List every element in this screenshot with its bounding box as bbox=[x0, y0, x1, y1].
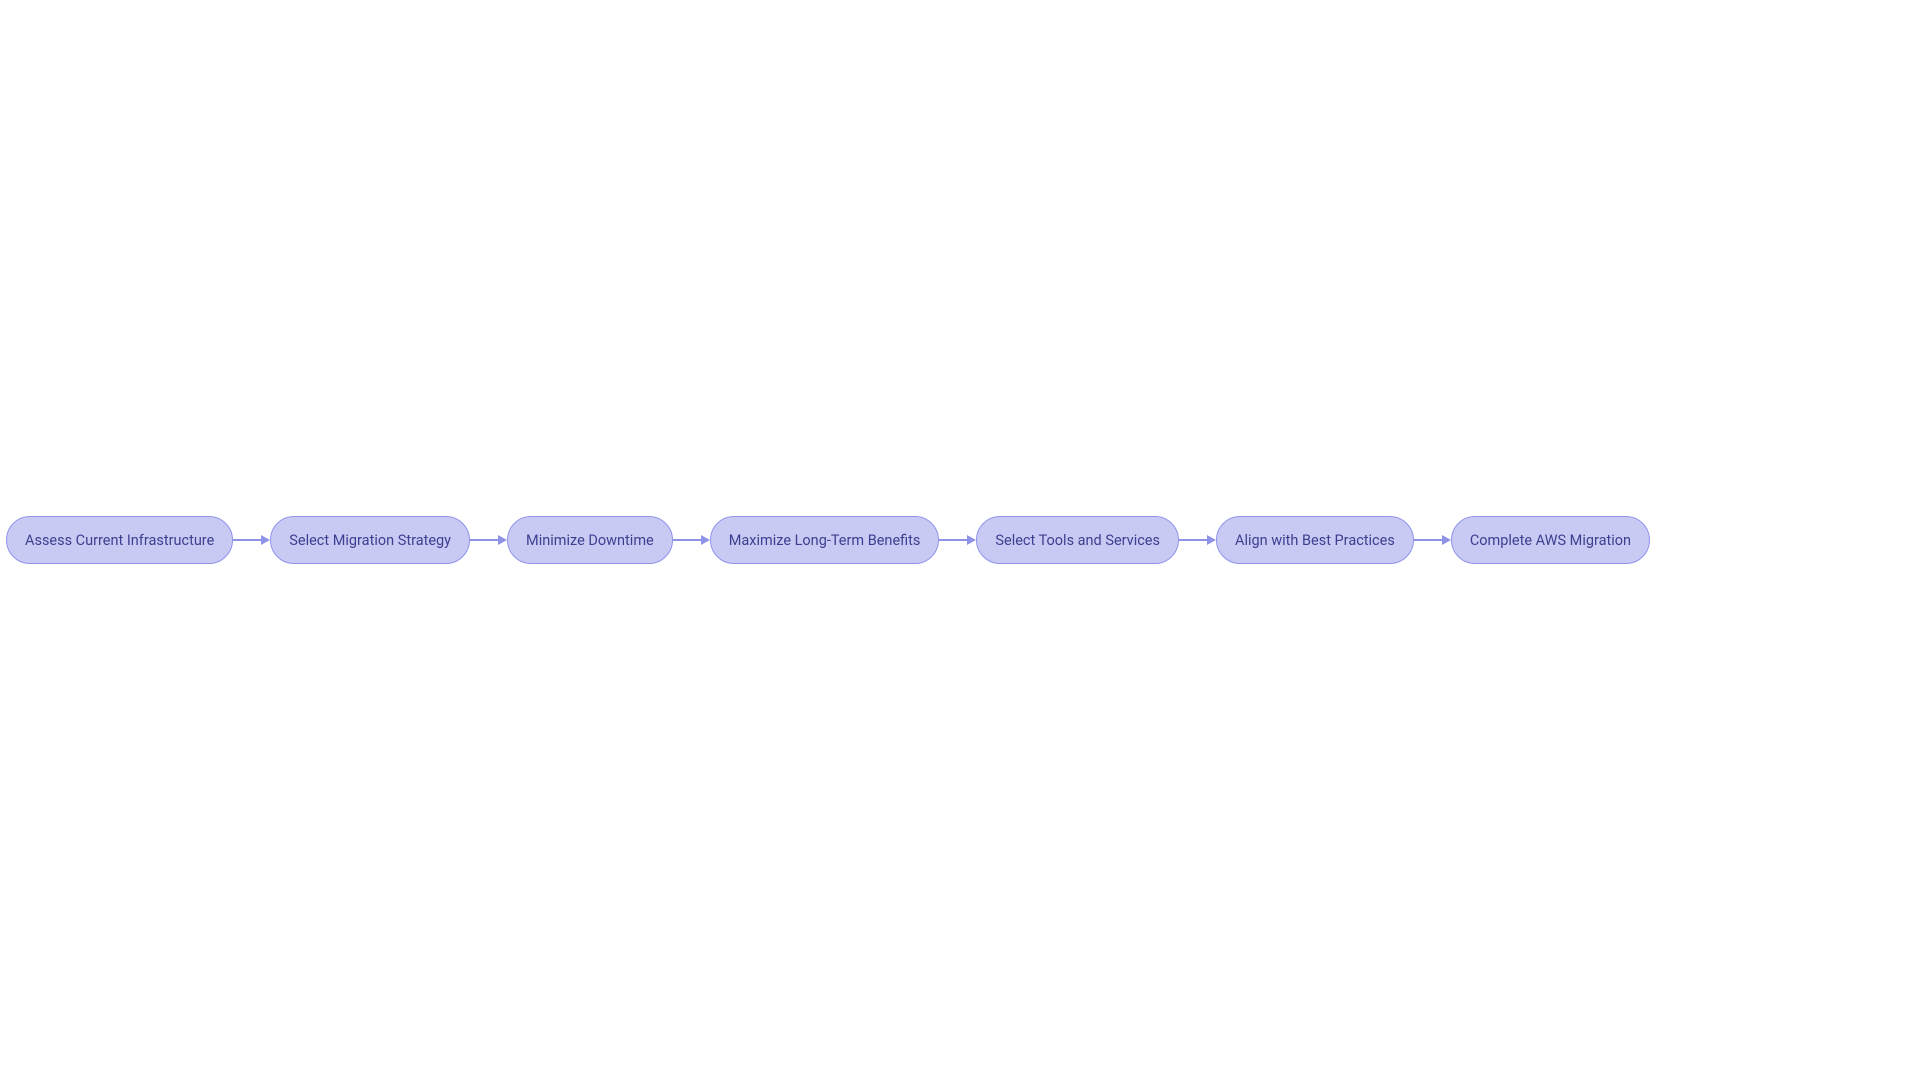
node-select-tools-and-services: Select Tools and Services bbox=[976, 516, 1179, 564]
connector-line bbox=[1414, 539, 1442, 540]
flow-diagram: Assess Current Infrastructure Select Mig… bbox=[0, 516, 1920, 564]
node-minimize-downtime: Minimize Downtime bbox=[507, 516, 673, 564]
node-label: Maximize Long-Term Benefits bbox=[729, 532, 921, 549]
node-label: Assess Current Infrastructure bbox=[25, 532, 214, 549]
connector-line bbox=[470, 539, 498, 540]
connector bbox=[470, 530, 507, 550]
connector bbox=[1179, 530, 1216, 550]
node-assess-current-infrastructure: Assess Current Infrastructure bbox=[6, 516, 233, 564]
connector bbox=[233, 530, 270, 550]
node-label: Minimize Downtime bbox=[526, 532, 654, 549]
connector bbox=[939, 530, 976, 550]
node-label: Select Migration Strategy bbox=[289, 532, 451, 549]
connector bbox=[673, 530, 710, 550]
connector bbox=[1414, 530, 1451, 550]
arrow-right-icon bbox=[1207, 535, 1216, 545]
node-complete-aws-migration: Complete AWS Migration bbox=[1451, 516, 1650, 564]
node-label: Align with Best Practices bbox=[1235, 532, 1395, 549]
node-label: Complete AWS Migration bbox=[1470, 532, 1631, 549]
node-select-migration-strategy: Select Migration Strategy bbox=[270, 516, 470, 564]
arrow-right-icon bbox=[261, 535, 270, 545]
node-align-with-best-practices: Align with Best Practices bbox=[1216, 516, 1414, 564]
arrow-right-icon bbox=[967, 535, 976, 545]
connector-line bbox=[1179, 539, 1207, 540]
node-label: Select Tools and Services bbox=[995, 532, 1160, 549]
connector-line bbox=[673, 539, 701, 540]
connector-line bbox=[233, 539, 261, 540]
node-maximize-long-term-benefits: Maximize Long-Term Benefits bbox=[710, 516, 940, 564]
arrow-right-icon bbox=[701, 535, 710, 545]
arrow-right-icon bbox=[1442, 535, 1451, 545]
arrow-right-icon bbox=[498, 535, 507, 545]
connector-line bbox=[939, 539, 967, 540]
